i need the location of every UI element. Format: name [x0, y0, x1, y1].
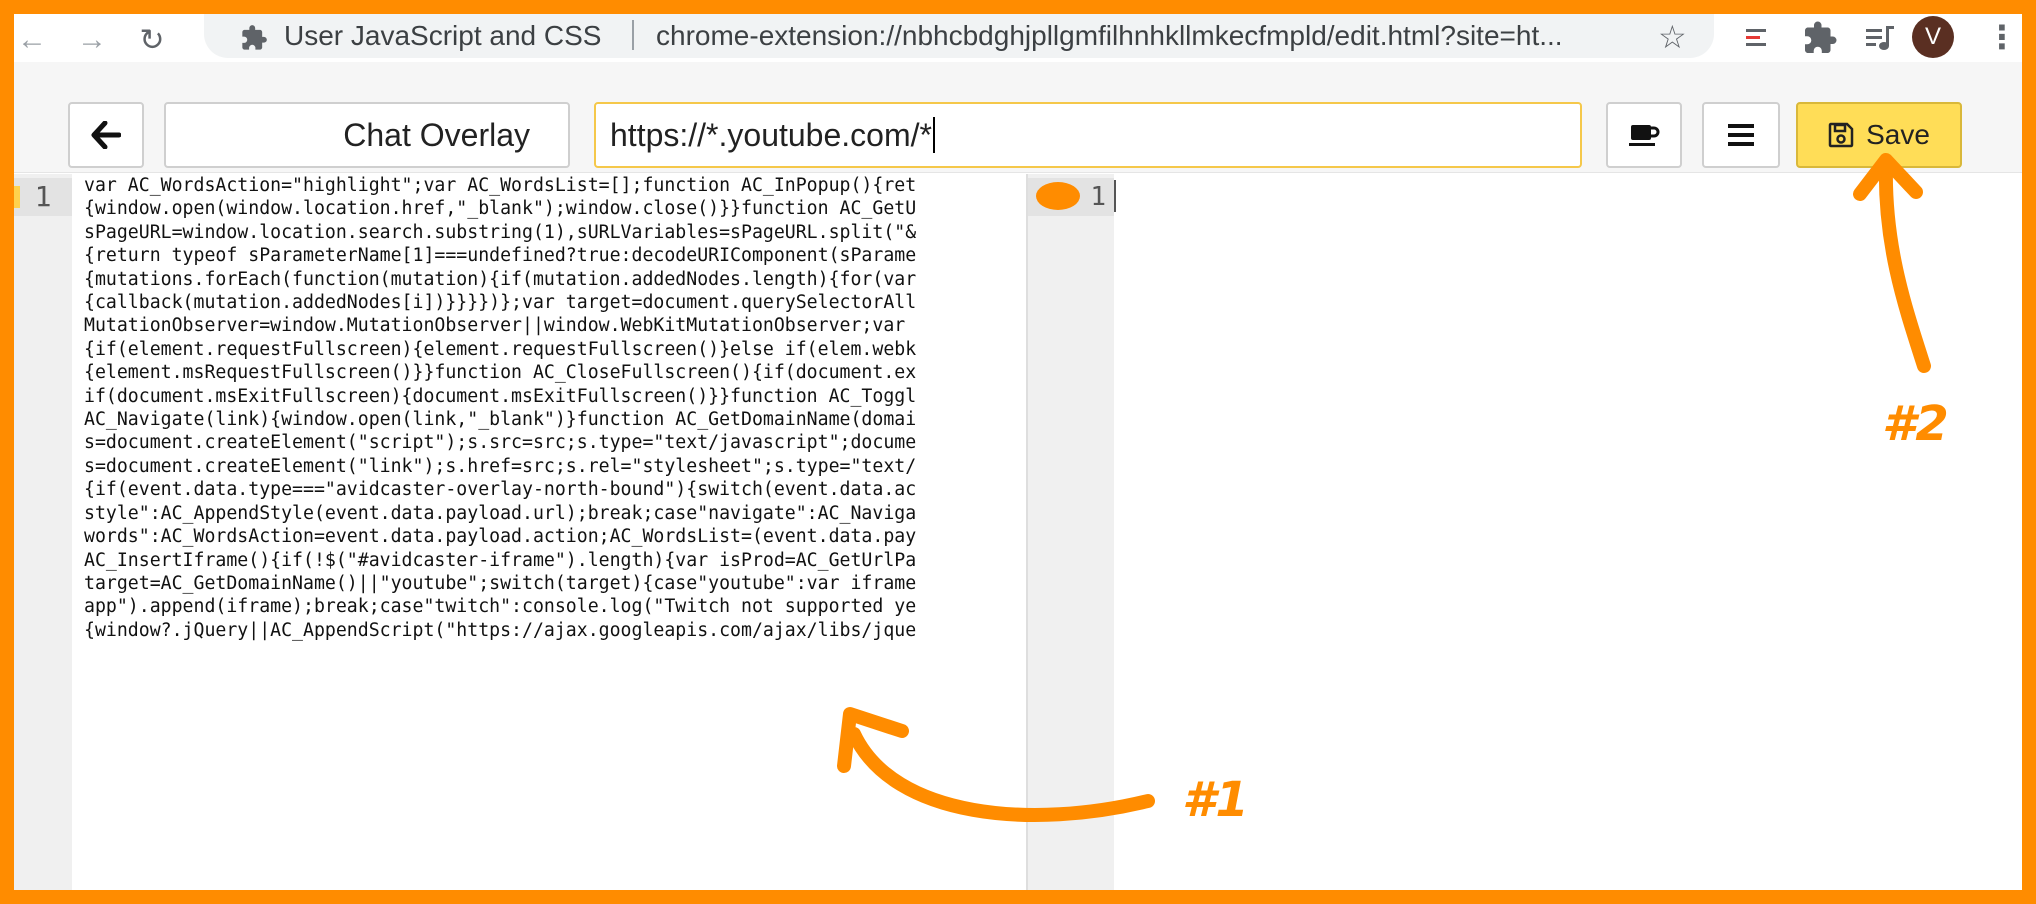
annotation-label-1: #1	[1182, 772, 1249, 828]
annotation-arrows	[837, 153, 1931, 822]
arrow-1-shaft	[847, 727, 1155, 822]
screenshot-frame: ← → ↻ User JavaScript and CSS chrome-ext…	[14, 14, 2022, 890]
annotation-label-2: #2	[1882, 396, 1949, 452]
